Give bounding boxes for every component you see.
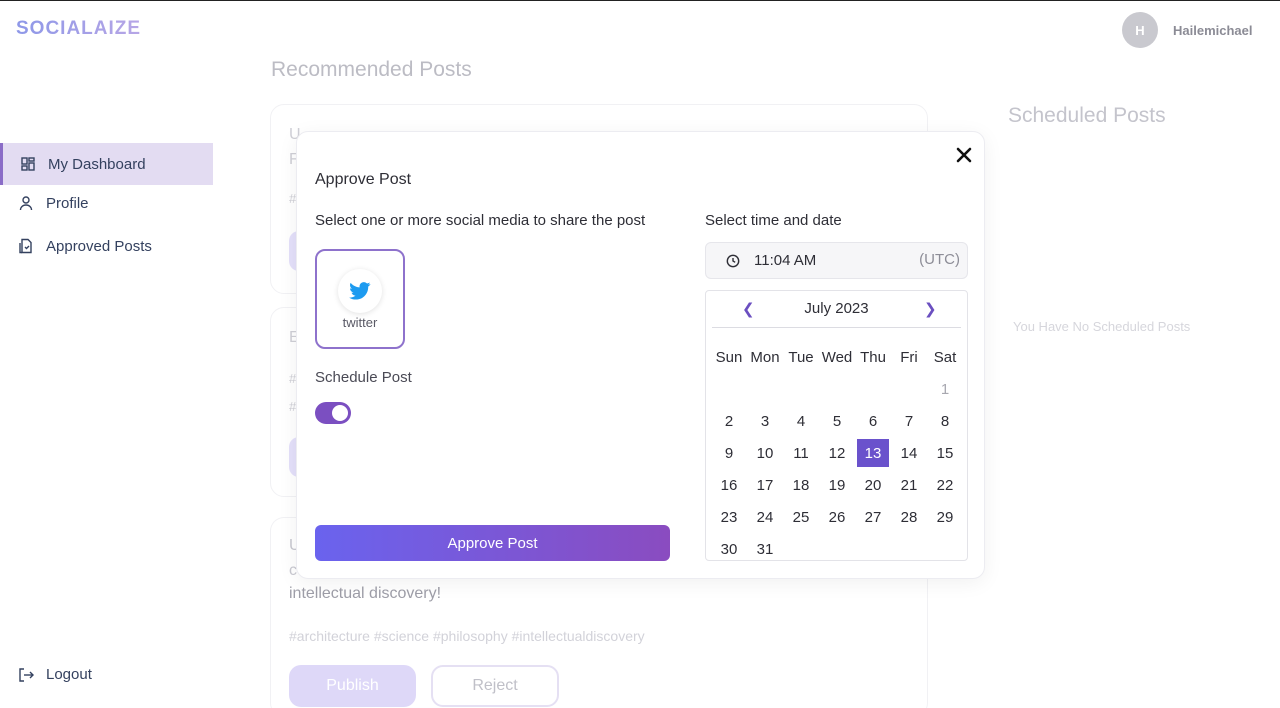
reject-button[interactable]: Reject <box>431 665 559 707</box>
calendar-day[interactable]: 1 <box>929 375 961 403</box>
sidebar-item-label: My Dashboard <box>48 155 146 173</box>
calendar-day[interactable]: 3 <box>749 407 781 435</box>
toggle-knob <box>332 405 348 421</box>
weekday-header: Mon <box>750 348 780 366</box>
avatar[interactable]: H <box>1122 12 1158 48</box>
date-picker-calendar: ❮ July 2023 ❯ Sun Mon Tue Wed Thu Fri Sat 1 2 3 4 5… <box>705 290 968 561</box>
logout-icon <box>18 667 34 683</box>
sidebar-item-approved-posts[interactable]: Approved Posts <box>0 225 213 267</box>
app-logo[interactable]: SOCIALAIZE <box>16 18 141 40</box>
dashboard-icon <box>20 156 36 172</box>
calendar-blank <box>711 373 747 405</box>
calendar-day[interactable]: 15 <box>929 439 961 467</box>
sidebar-item-label: Profile <box>46 194 89 212</box>
sidebar-item-my-dashboard[interactable]: My Dashboard <box>0 143 213 185</box>
window-top-border <box>0 0 1280 1</box>
calendar-blank <box>747 373 783 405</box>
calendar-blank <box>891 373 927 405</box>
calendar-day[interactable]: 17 <box>749 471 781 499</box>
sidebar-item-profile[interactable]: Profile <box>0 182 213 224</box>
close-button[interactable] <box>951 142 977 168</box>
weekday-header: Sun <box>715 348 743 366</box>
clock-icon <box>726 254 740 267</box>
weekday-header: Wed <box>821 348 853 366</box>
calendar-day[interactable]: 14 <box>893 439 925 467</box>
twitter-icon <box>349 282 371 300</box>
close-icon <box>956 147 972 163</box>
calendar-day[interactable]: 7 <box>893 407 925 435</box>
calendar-blank <box>855 373 891 405</box>
calendar-blank <box>819 373 855 405</box>
calendar-day[interactable]: 9 <box>713 439 745 467</box>
page-title: Recommended Posts <box>271 58 472 81</box>
approve-post-modal: Approve Post Select one or more social m… <box>296 131 985 579</box>
twitter-option[interactable]: twitter <box>315 249 405 349</box>
scheduled-posts-empty-state: You Have No Scheduled Posts <box>1013 319 1191 334</box>
twitter-label: twitter <box>342 315 378 330</box>
calendar-day[interactable]: 22 <box>929 471 961 499</box>
time-value: 11:04 AM <box>754 252 817 269</box>
post-text: intellectual discovery! <box>289 585 442 602</box>
calendar-day[interactable]: 30 <box>713 535 745 563</box>
user-menu[interactable]: H Hailemichael <box>1122 12 1253 48</box>
calendar-day[interactable]: 24 <box>749 503 781 531</box>
post-hashtags: #architecture #science #philosophy #inte… <box>289 628 645 644</box>
timezone-label: (UTC) <box>919 251 960 268</box>
calendar-day[interactable]: 26 <box>821 503 853 531</box>
calendar-grid: Sun Mon Tue Wed Thu Fri Sat 1 2 3 4 5 6 7 8 9 10 11 12 13 14… <box>711 341 963 565</box>
publish-button[interactable]: Publish <box>289 665 416 707</box>
user-icon <box>18 195 34 211</box>
calendar-day[interactable]: 20 <box>857 471 889 499</box>
calendar-day[interactable]: 21 <box>893 471 925 499</box>
calendar-day[interactable]: 18 <box>785 471 817 499</box>
calendar-day[interactable]: 29 <box>929 503 961 531</box>
weekday-header: Thu <box>860 348 886 366</box>
calendar-blank <box>783 373 819 405</box>
schedule-post-toggle[interactable] <box>315 402 351 424</box>
weekday-header: Sat <box>933 348 957 366</box>
calendar-day[interactable]: 23 <box>713 503 745 531</box>
calendar-day[interactable]: 5 <box>821 407 853 435</box>
calendar-header: ❮ July 2023 ❯ <box>712 291 961 328</box>
weekday-header: Fri <box>900 348 918 366</box>
document-icon <box>18 238 34 254</box>
logout-button[interactable]: Logout <box>18 666 92 683</box>
calendar-day[interactable]: 19 <box>821 471 853 499</box>
time-date-label: Select time and date <box>705 212 842 229</box>
scheduled-posts-title: Scheduled Posts <box>1008 104 1166 127</box>
calendar-day[interactable]: 8 <box>929 407 961 435</box>
social-media-label: Select one or more social media to share… <box>315 212 646 229</box>
calendar-day[interactable]: 11 <box>785 439 817 467</box>
calendar-day-selected[interactable]: 13 <box>857 439 889 467</box>
calendar-day[interactable]: 4 <box>785 407 817 435</box>
sidebar-item-label: Approved Posts <box>46 237 152 255</box>
calendar-day[interactable]: 2 <box>713 407 745 435</box>
calendar-day[interactable]: 25 <box>785 503 817 531</box>
weekday-header: Tue <box>788 348 814 366</box>
calendar-day[interactable]: 28 <box>893 503 925 531</box>
calendar-day[interactable]: 16 <box>713 471 745 499</box>
twitter-icon-badge <box>338 269 382 313</box>
username[interactable]: Hailemichael <box>1173 23 1253 38</box>
chevron-right-icon[interactable]: ❯ <box>924 300 937 318</box>
calendar-day[interactable]: 6 <box>857 407 889 435</box>
calendar-day[interactable]: 12 <box>821 439 853 467</box>
schedule-post-label: Schedule Post <box>315 369 412 386</box>
logout-label: Logout <box>46 666 92 683</box>
calendar-day[interactable]: 10 <box>749 439 781 467</box>
modal-title: Approve Post <box>315 171 412 188</box>
calendar-day[interactable]: 27 <box>857 503 889 531</box>
approve-post-button[interactable]: Approve Post <box>315 525 670 561</box>
time-picker-field[interactable]: 11:04 AM (UTC) <box>705 242 968 279</box>
calendar-day[interactable]: 31 <box>749 535 781 563</box>
